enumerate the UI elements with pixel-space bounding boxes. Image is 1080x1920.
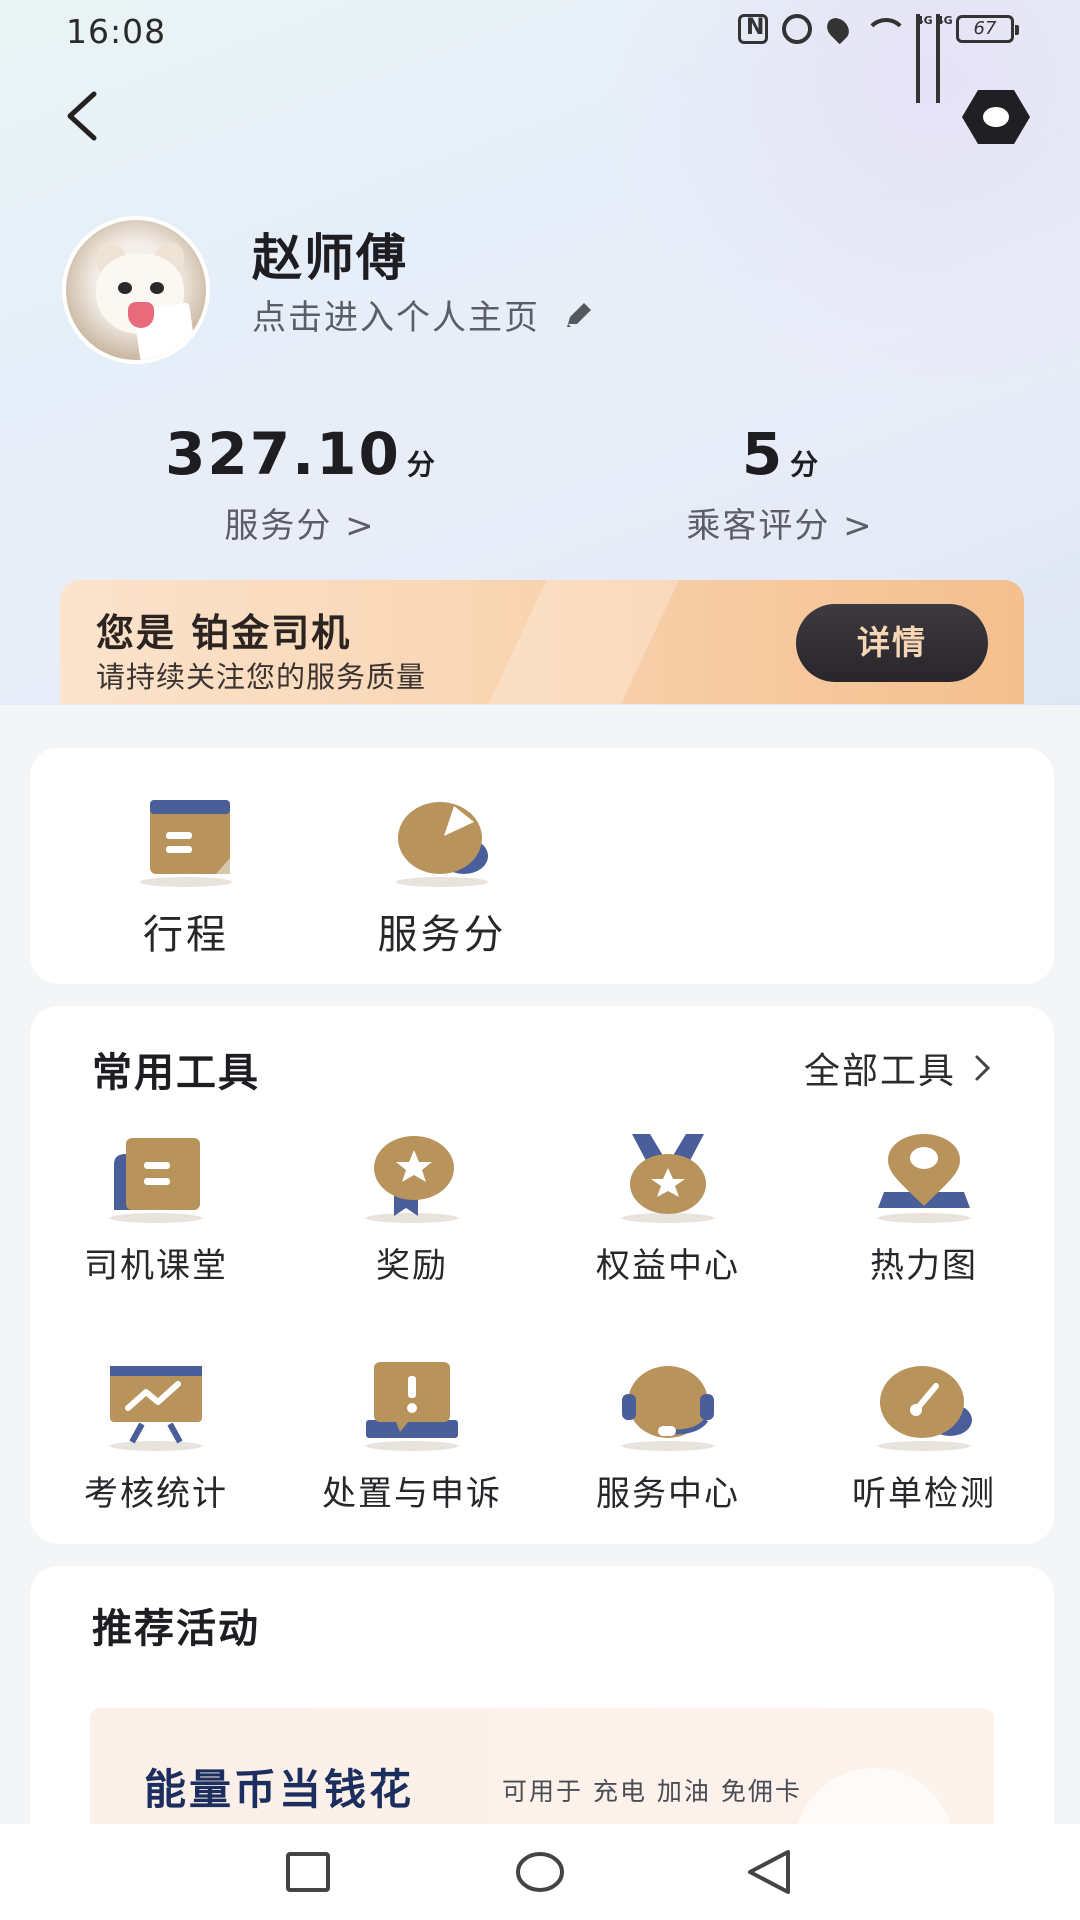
chevron-left-icon bbox=[67, 91, 97, 141]
service-score-value: 327.10 bbox=[165, 420, 401, 488]
headset-icon bbox=[618, 1362, 718, 1452]
driver-level-banner: 您是 铂金司机 请持续关注您的服务质量 详情 bbox=[60, 580, 1024, 704]
tool-label: 考核统计 bbox=[84, 1474, 228, 1514]
tool-driver-class[interactable]: 司机课堂 bbox=[36, 1134, 276, 1287]
promo-banner-head: 能量币当钱花 bbox=[144, 1765, 415, 1814]
tool-label: 权益中心 bbox=[596, 1246, 740, 1286]
service-score[interactable]: 327.10 分 服务分 > bbox=[150, 420, 450, 547]
back-button[interactable] bbox=[56, 86, 116, 146]
location-icon bbox=[822, 13, 854, 45]
map-pin-icon bbox=[874, 1134, 974, 1224]
signal-icon: 4G bbox=[936, 14, 953, 103]
gauge-icon bbox=[874, 1362, 974, 1452]
pencil-icon bbox=[567, 302, 591, 327]
tool-rewards[interactable]: 奖励 bbox=[292, 1134, 532, 1287]
service-score-label: 服务分 > bbox=[224, 506, 376, 546]
tool-assessment-stats[interactable]: 考核统计 bbox=[36, 1362, 276, 1515]
profile-link[interactable]: 点击进入个人主页 bbox=[252, 290, 596, 339]
square-icon bbox=[286, 1852, 330, 1892]
tool-disposal-appeal[interactable]: 处置与申诉 bbox=[292, 1362, 532, 1515]
level-title: 您是 铂金司机 bbox=[96, 611, 352, 655]
promo-banner-sub: 可用于 充电 加油 免佣卡 bbox=[502, 1777, 802, 1806]
service-score-entry-label: 服务分 bbox=[377, 912, 507, 958]
tool-label: 处置与申诉 bbox=[322, 1474, 502, 1514]
all-tools-label: 全部工具 bbox=[803, 1051, 956, 1092]
system-nav-bar bbox=[0, 1824, 1080, 1920]
tool-label: 听单检测 bbox=[852, 1474, 996, 1514]
level-subtitle: 请持续关注您的服务质量 bbox=[96, 660, 427, 694]
passenger-rating-value: 5 bbox=[741, 420, 785, 488]
star-badge-icon bbox=[362, 1134, 462, 1224]
level-details-button[interactable]: 详情 bbox=[796, 604, 988, 682]
status-bar: 16:08 4G 4G 67 bbox=[0, 0, 1080, 103]
tool-benefits-center[interactable]: 权益中心 bbox=[548, 1134, 788, 1287]
wifi-icon bbox=[864, 14, 908, 44]
home-button[interactable] bbox=[510, 1842, 570, 1902]
tool-order-detection[interactable]: 听单检测 bbox=[804, 1362, 1044, 1515]
promo-title: 推荐活动 bbox=[92, 1606, 260, 1652]
nfc-icon bbox=[738, 14, 768, 44]
passenger-rating-label: 乘客评分 > bbox=[686, 506, 874, 546]
quick-access-card: 行程 服务分 bbox=[30, 748, 1054, 984]
medal-icon bbox=[618, 1134, 718, 1224]
user-name[interactable]: 赵师傅 bbox=[252, 218, 408, 290]
alert-message-icon bbox=[362, 1362, 462, 1452]
trend-chart-icon bbox=[106, 1362, 206, 1452]
book-icon bbox=[106, 1134, 206, 1224]
tool-label: 服务中心 bbox=[596, 1474, 740, 1514]
tool-label: 司机课堂 bbox=[84, 1246, 228, 1286]
signal-icon: 4G bbox=[916, 14, 933, 103]
passenger-rating[interactable]: 5分 乘客评分 > bbox=[630, 420, 930, 547]
circle-icon bbox=[516, 1852, 564, 1892]
avatar[interactable] bbox=[62, 216, 210, 364]
profile-link-text: 点击进入个人主页 bbox=[252, 298, 540, 338]
trip-label: 行程 bbox=[143, 912, 229, 958]
alarm-icon bbox=[782, 14, 812, 44]
tool-label: 奖励 bbox=[376, 1246, 448, 1286]
recents-button[interactable] bbox=[278, 1842, 338, 1902]
all-tools-link[interactable]: 全部工具 bbox=[804, 1042, 992, 1094]
pie-chart-icon bbox=[392, 798, 492, 888]
calendar-icon bbox=[136, 798, 236, 888]
triangle-back-icon bbox=[748, 1850, 790, 1894]
chevron-right-icon bbox=[975, 1055, 991, 1081]
passenger-rating-unit: 分 bbox=[790, 448, 819, 481]
battery-icon: 67 bbox=[956, 15, 1019, 43]
status-icons: 4G 4G 67 bbox=[738, 13, 1019, 103]
tools-title: 常用工具 bbox=[92, 1050, 260, 1096]
settings-button[interactable] bbox=[960, 86, 1032, 148]
trip-entry[interactable]: 行程 bbox=[86, 798, 286, 960]
service-score-unit: 分 bbox=[406, 448, 435, 481]
system-back-button[interactable] bbox=[740, 1842, 800, 1902]
hexagon-settings-icon bbox=[962, 90, 1030, 144]
status-time: 16:08 bbox=[66, 12, 167, 51]
tool-label: 热力图 bbox=[870, 1246, 978, 1286]
common-tools-card: 常用工具 全部工具 司机课堂 奖励 权益中心 热力图 考核统计 处置与申诉 服务… bbox=[30, 1006, 1054, 1544]
tool-heatmap[interactable]: 热力图 bbox=[804, 1134, 1044, 1287]
service-score-entry[interactable]: 服务分 bbox=[342, 798, 542, 960]
tool-service-center[interactable]: 服务中心 bbox=[548, 1362, 788, 1515]
